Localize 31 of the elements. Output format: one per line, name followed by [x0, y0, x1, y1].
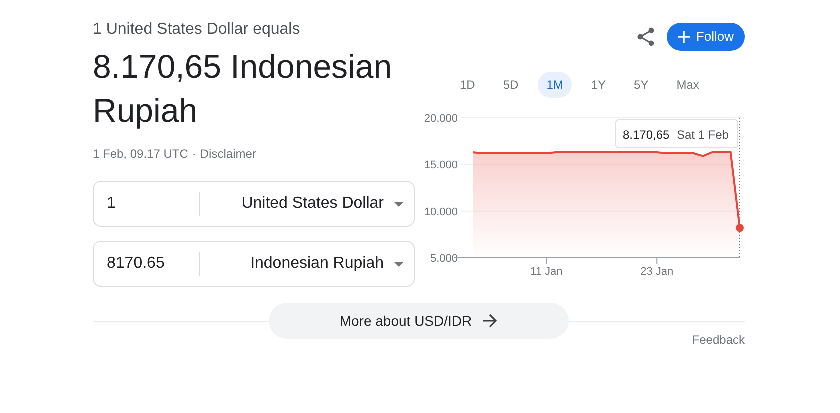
range-tab[interactable]: 1M — [538, 72, 572, 98]
y-axis-label: 5.000 — [430, 253, 458, 265]
currency-dropdown[interactable]: United States Dollar — [200, 192, 414, 216]
caret-icon — [394, 202, 404, 206]
separator: · — [192, 146, 196, 163]
point-marker — [736, 224, 744, 232]
y-axis-label: 20.000 — [424, 113, 458, 125]
currency-dropdown[interactable]: Indonesian Rupiah — [200, 252, 414, 276]
arrow-right-icon — [482, 313, 498, 329]
exchange-rate: 8.170,65 Indonesian Rupiah — [93, 47, 394, 131]
range-tab[interactable]: 1Y — [582, 72, 616, 98]
amount-input[interactable]: 8170.65 — [94, 252, 199, 276]
tooltip-date: Sat 1 Feb — [677, 128, 730, 142]
y-axis-label: 15.000 — [424, 160, 458, 172]
more-about-button[interactable]: More about USD/IDR — [269, 303, 569, 339]
tooltip-value: 8.170,65 — [623, 128, 670, 142]
caret-icon — [394, 262, 404, 266]
range-tab[interactable]: 5D — [494, 72, 528, 98]
plus-icon — [678, 31, 690, 43]
disclaimer-link[interactable]: Disclaimer — [200, 145, 256, 163]
timestamp: 1 Feb, 09.17 UTC — [93, 146, 188, 163]
range-tab[interactable]: Max — [668, 72, 708, 98]
x-axis-label: 11 Jan — [530, 266, 563, 278]
x-axis-label: 23 Jan — [640, 266, 674, 278]
subtitle: 1 United States Dollar equals — [93, 20, 302, 40]
range-tab[interactable]: 5Y — [625, 72, 658, 98]
range-tab[interactable]: 1D — [451, 72, 484, 98]
feedback-link[interactable]: Feedback — [692, 331, 745, 349]
y-axis-label: 10.000 — [424, 206, 458, 218]
amount-input[interactable]: 1 — [94, 192, 199, 216]
follow-button[interactable]: Follow — [667, 23, 745, 51]
